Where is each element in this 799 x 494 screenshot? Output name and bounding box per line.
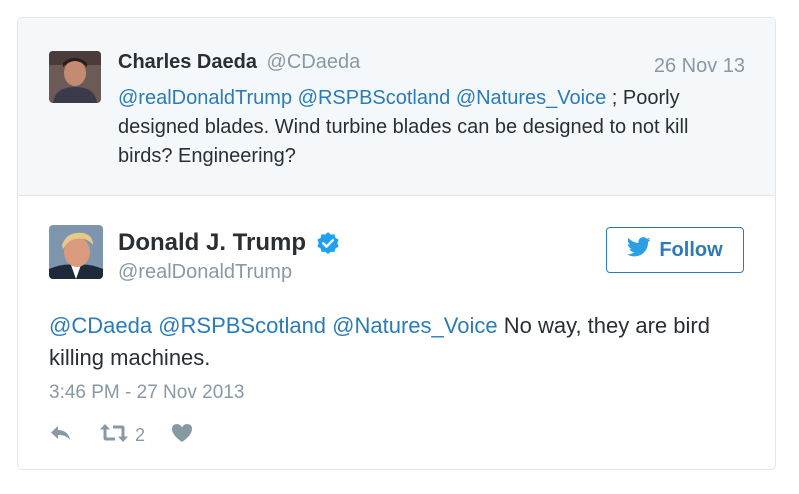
reply-icon xyxy=(49,423,73,448)
retweet-icon xyxy=(99,423,129,448)
reply-button[interactable] xyxy=(49,423,73,448)
tweet-actions: 2 xyxy=(49,422,219,448)
quoted-author: Charles Daeda @CDaeda xyxy=(118,51,360,74)
tweet-card: Charles Daeda @CDaeda 26 Nov 13 @realDon… xyxy=(17,17,776,470)
retweet-button[interactable]: 2 xyxy=(99,423,145,448)
mention-link[interactable]: @realDonaldTrump xyxy=(118,87,292,109)
author-avatar[interactable] xyxy=(49,225,103,279)
tweet-text: @CDaeda @RSPBScotland @Natures_Voice No … xyxy=(49,310,749,374)
mention-link[interactable]: @Natures_Voice xyxy=(332,313,497,338)
mention-link[interactable]: @Natures_Voice xyxy=(456,87,606,109)
quoted-avatar[interactable] xyxy=(49,51,101,103)
author-name[interactable]: Donald J. Trump xyxy=(118,229,306,257)
retweet-count: 2 xyxy=(135,424,146,445)
mention-link[interactable]: @RSPBScotland xyxy=(158,313,326,338)
quoted-date[interactable]: 26 Nov 13 xyxy=(654,55,745,78)
follow-label: Follow xyxy=(659,238,723,261)
quoted-text: @realDonaldTrump @RSPBScotland @Natures_… xyxy=(118,84,738,171)
quoted-author-name[interactable]: Charles Daeda xyxy=(118,51,257,73)
author-handle[interactable]: @realDonaldTrump xyxy=(118,261,292,284)
quoted-tweet[interactable]: Charles Daeda @CDaeda 26 Nov 13 @realDon… xyxy=(18,18,775,196)
follow-button[interactable]: Follow xyxy=(606,227,744,273)
quoted-author-handle[interactable]: @CDaeda xyxy=(267,51,361,73)
like-button[interactable] xyxy=(171,423,193,448)
verified-badge-icon xyxy=(315,231,341,257)
tweet-timestamp[interactable]: 3:46 PM - 27 Nov 2013 xyxy=(49,382,244,404)
mention-link[interactable]: @CDaeda xyxy=(49,313,152,338)
heart-icon xyxy=(171,423,193,448)
mention-link[interactable]: @RSPBScotland xyxy=(298,87,451,109)
twitter-bird-icon xyxy=(627,237,651,263)
